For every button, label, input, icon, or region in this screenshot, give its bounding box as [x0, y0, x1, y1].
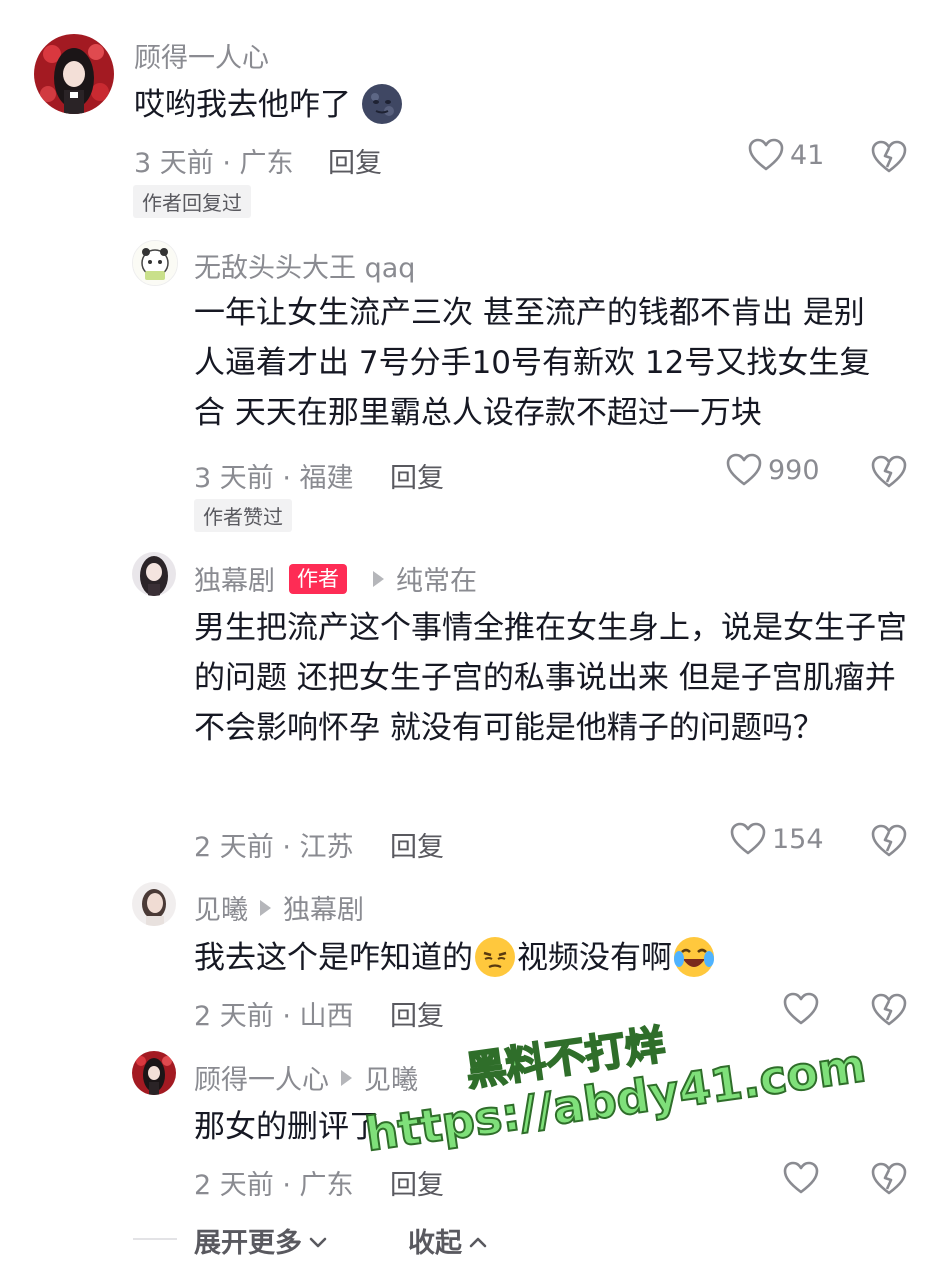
- comment-username[interactable]: 见曦 独幕剧: [194, 888, 364, 927]
- reply-button[interactable]: 回复: [390, 825, 444, 864]
- avatar[interactable]: [132, 552, 176, 596]
- comment-time-location: 2 天前 · 广东: [194, 1170, 354, 1201]
- laughing-crying-face-emoji: [672, 935, 716, 985]
- comment-time-location: 2 天前 · 江苏: [194, 832, 354, 863]
- reply-arrow-icon: [260, 899, 271, 916]
- heart-icon: [783, 1161, 819, 1195]
- avatar[interactable]: [132, 240, 178, 286]
- like-count: 154: [772, 823, 824, 855]
- broken-heart-icon: [871, 140, 907, 178]
- comment-text: 我去这个是咋知道的 视频没有啊: [194, 933, 716, 985]
- dislike-button[interactable]: [871, 455, 907, 493]
- like-count: 990: [768, 454, 820, 486]
- comment-username[interactable]: 无敌头头大王 qaq: [194, 246, 415, 285]
- broken-heart-icon: [871, 455, 907, 493]
- heart-icon: [748, 138, 784, 172]
- chevron-down-icon: [308, 1225, 328, 1256]
- comment-text: 一年让女生流产三次 甚至流产的钱都不肯出 是别人逼着才出 7号分手10号有新欢 …: [194, 295, 871, 431]
- expand-more-button[interactable]: 展开更多: [194, 1221, 328, 1260]
- author-replied-tag: 作者回复过: [133, 185, 251, 218]
- like-count: 41: [790, 139, 825, 171]
- broken-heart-icon: [871, 824, 907, 862]
- reply-button[interactable]: 回复: [390, 994, 444, 1033]
- reply-button[interactable]: 回复: [328, 141, 382, 180]
- dislike-button[interactable]: [871, 993, 907, 1031]
- reply-arrow-icon: [373, 570, 384, 587]
- heart-icon: [730, 822, 766, 856]
- comment-time-location: 3 天前 · 福建: [194, 463, 354, 494]
- comment-username[interactable]: 独幕剧 作者 纯常在: [194, 559, 477, 598]
- dislike-button[interactable]: [871, 1162, 907, 1200]
- divider: [133, 1238, 177, 1240]
- reply-to-username[interactable]: 见曦: [364, 1058, 418, 1097]
- collapse-button[interactable]: 收起: [408, 1221, 488, 1260]
- dislike-button[interactable]: [871, 824, 907, 862]
- comment-time-location: 3 天前 · 广东: [134, 148, 294, 179]
- heart-icon: [783, 992, 819, 1026]
- comment-username[interactable]: 顾得一人心 见曦: [194, 1058, 418, 1097]
- broken-heart-icon: [871, 993, 907, 1031]
- reply-button[interactable]: 回复: [390, 1163, 444, 1202]
- reply-to-username[interactable]: 独幕剧: [283, 888, 364, 927]
- like-button[interactable]: [783, 1161, 819, 1195]
- avatar[interactable]: [132, 882, 176, 926]
- author-badge: 作者: [289, 563, 347, 594]
- like-button[interactable]: [783, 992, 819, 1026]
- heart-icon: [726, 453, 762, 487]
- like-button[interactable]: 41: [748, 138, 824, 172]
- author-liked-tag: 作者赞过: [194, 499, 292, 532]
- avatar[interactable]: [34, 34, 114, 114]
- dislike-button[interactable]: [871, 140, 907, 178]
- comment-text: 男生把流产这个事情全推在女生身上，说是女生子宫的问题 还把女生子宫的私事说出来 …: [194, 610, 907, 746]
- chevron-up-icon: [468, 1225, 488, 1256]
- comment-username[interactable]: 顾得一人心: [134, 36, 269, 75]
- comment-text: 那女的删评了: [194, 1109, 380, 1145]
- like-button[interactable]: 990: [726, 453, 820, 487]
- avatar[interactable]: [132, 1051, 176, 1095]
- new-moon-face-emoji: [361, 82, 403, 132]
- squinting-annoyed-face-emoji: [473, 935, 517, 985]
- comment-time-location: 2 天前 · 山西: [194, 1001, 354, 1032]
- reply-to-username[interactable]: 纯常在: [396, 559, 477, 598]
- reply-arrow-icon: [341, 1069, 352, 1086]
- comment-text: 哎哟我去他咋了: [134, 80, 403, 132]
- reply-button[interactable]: 回复: [390, 456, 444, 495]
- broken-heart-icon: [871, 1162, 907, 1200]
- like-button[interactable]: 154: [730, 822, 824, 856]
